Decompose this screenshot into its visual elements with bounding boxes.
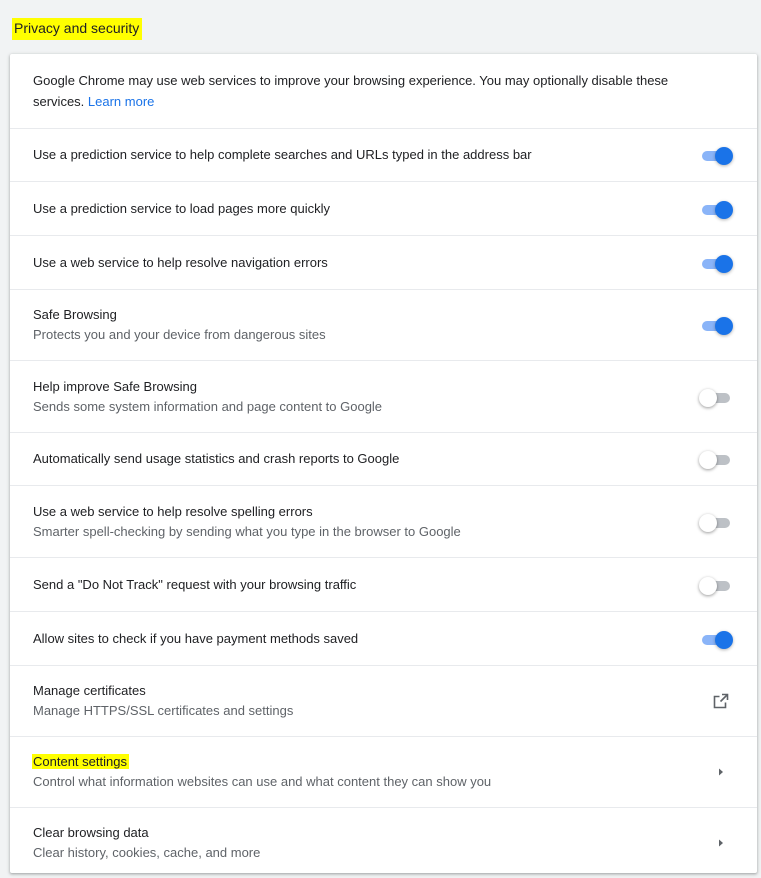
setting-control — [697, 449, 733, 469]
setting-control — [697, 315, 733, 335]
toggle-knob — [715, 630, 733, 649]
arrow-right-icon[interactable] — [709, 831, 733, 855]
intro-row: Google Chrome may use web services to im… — [10, 54, 757, 128]
setting-label: Send a "Do Not Track" request with your … — [33, 576, 357, 592]
section-title: Privacy and security — [12, 18, 143, 40]
setting-label: Content settings — [32, 754, 129, 769]
setting-label: Use a prediction service to help complet… — [33, 147, 532, 162]
setting-control — [697, 145, 733, 165]
setting-sublabel: Protects you and your device from danger… — [33, 327, 326, 342]
toggle-knob — [715, 200, 733, 219]
toggle-knob — [715, 254, 733, 273]
spelling-errors-toggle[interactable] — [699, 512, 733, 532]
settings-page: Privacy and security Google Chrome may u… — [0, 0, 761, 878]
improve-safe-browsing-toggle[interactable] — [699, 387, 733, 407]
safe-browsing-toggle[interactable] — [699, 315, 733, 335]
setting-text: Send a "Do Not Track" request with your … — [33, 575, 697, 595]
toggle-knob — [715, 317, 733, 335]
setting-control — [697, 199, 733, 219]
setting-text: Content settings Control what informatio… — [32, 752, 697, 792]
payment-methods-toggle[interactable] — [699, 629, 733, 649]
toggle-knob — [699, 388, 717, 407]
navigation-errors-toggle[interactable] — [699, 253, 733, 273]
setting-label: Safe Browsing — [33, 307, 117, 322]
external-link-icon[interactable] — [709, 689, 733, 713]
setting-row-navigation-errors[interactable]: Use a web service to help resolve naviga… — [10, 235, 757, 289]
toggle-knob — [699, 451, 717, 469]
toggle-knob — [715, 147, 733, 165]
setting-label: Manage certificates — [33, 683, 146, 698]
learn-more-link[interactable]: Learn more — [88, 94, 154, 109]
setting-row-content-settings[interactable]: Content settings Control what informatio… — [10, 736, 757, 807]
intro-description: Google Chrome may use web services to im… — [33, 70, 733, 112]
setting-sublabel: Sends some system information and page c… — [33, 398, 383, 414]
setting-label: Allow sites to check if you have payment… — [33, 630, 359, 646]
setting-label-wrap: Content settings — [32, 752, 697, 772]
setting-text: Use a prediction service to load pages m… — [33, 199, 697, 219]
setting-control — [697, 575, 733, 595]
setting-label: Use a web service to help resolve naviga… — [33, 254, 328, 270]
setting-text: Allow sites to check if you have payment… — [33, 629, 697, 649]
setting-sublabel: Clear history, cookies, cache, and more — [33, 844, 261, 860]
setting-text: Manage certificates Manage HTTPS/SSL cer… — [33, 681, 697, 721]
setting-text: Use a prediction service to help complet… — [33, 145, 697, 165]
toggle-knob — [699, 576, 717, 595]
setting-text: Help improve Safe Browsing Sends some sy… — [33, 377, 697, 417]
setting-label: Automatically send usage statistics and … — [33, 451, 400, 466]
do-not-track-toggle[interactable] — [699, 575, 733, 595]
setting-label: Help improve Safe Browsing — [33, 378, 198, 394]
setting-sublabel: Manage HTTPS/SSL certificates and settin… — [33, 703, 294, 718]
setting-control — [697, 831, 733, 855]
setting-control — [697, 689, 733, 713]
setting-row-spelling-errors[interactable]: Use a web service to help resolve spelli… — [10, 485, 757, 557]
setting-row-improve-safe-browsing[interactable]: Help improve Safe Browsing Sends some sy… — [10, 360, 757, 432]
setting-control — [697, 387, 733, 407]
setting-control — [697, 760, 733, 784]
toggle-knob — [699, 513, 717, 532]
setting-text: Clear browsing data Clear history, cooki… — [33, 823, 697, 863]
setting-label: Clear browsing data — [33, 824, 149, 840]
privacy-card: Google Chrome may use web services to im… — [10, 54, 757, 873]
setting-text: Safe Browsing Protects you and your devi… — [33, 305, 697, 345]
setting-text: Use a web service to help resolve naviga… — [33, 253, 697, 273]
setting-row-usage-statistics[interactable]: Automatically send usage statistics and … — [10, 432, 757, 485]
setting-row-payment-methods[interactable]: Allow sites to check if you have payment… — [10, 611, 757, 665]
usage-statistics-toggle[interactable] — [699, 449, 733, 469]
setting-sublabel: Control what information websites can us… — [33, 774, 492, 789]
prediction-load-toggle[interactable] — [699, 199, 733, 219]
arrow-right-icon[interactable] — [709, 760, 733, 784]
setting-text: Automatically send usage statistics and … — [33, 449, 697, 469]
setting-control — [697, 253, 733, 273]
setting-sublabel: Smarter spell-checking by sending what y… — [33, 523, 461, 539]
setting-row-prediction-load[interactable]: Use a prediction service to load pages m… — [10, 181, 757, 235]
prediction-search-toggle[interactable] — [699, 145, 733, 165]
setting-row-do-not-track[interactable]: Send a "Do Not Track" request with your … — [10, 557, 757, 611]
setting-row-clear-browsing-data[interactable]: Clear browsing data Clear history, cooki… — [10, 807, 757, 873]
setting-row-safe-browsing[interactable]: Safe Browsing Protects you and your devi… — [10, 289, 757, 360]
setting-control — [697, 629, 733, 649]
setting-label: Use a prediction service to load pages m… — [33, 200, 330, 216]
setting-row-manage-certificates[interactable]: Manage certificates Manage HTTPS/SSL cer… — [10, 665, 757, 736]
setting-text: Use a web service to help resolve spelli… — [33, 502, 697, 542]
setting-row-prediction-search[interactable]: Use a prediction service to help complet… — [10, 128, 757, 181]
setting-control — [697, 512, 733, 532]
setting-label: Use a web service to help resolve spelli… — [33, 503, 313, 519]
